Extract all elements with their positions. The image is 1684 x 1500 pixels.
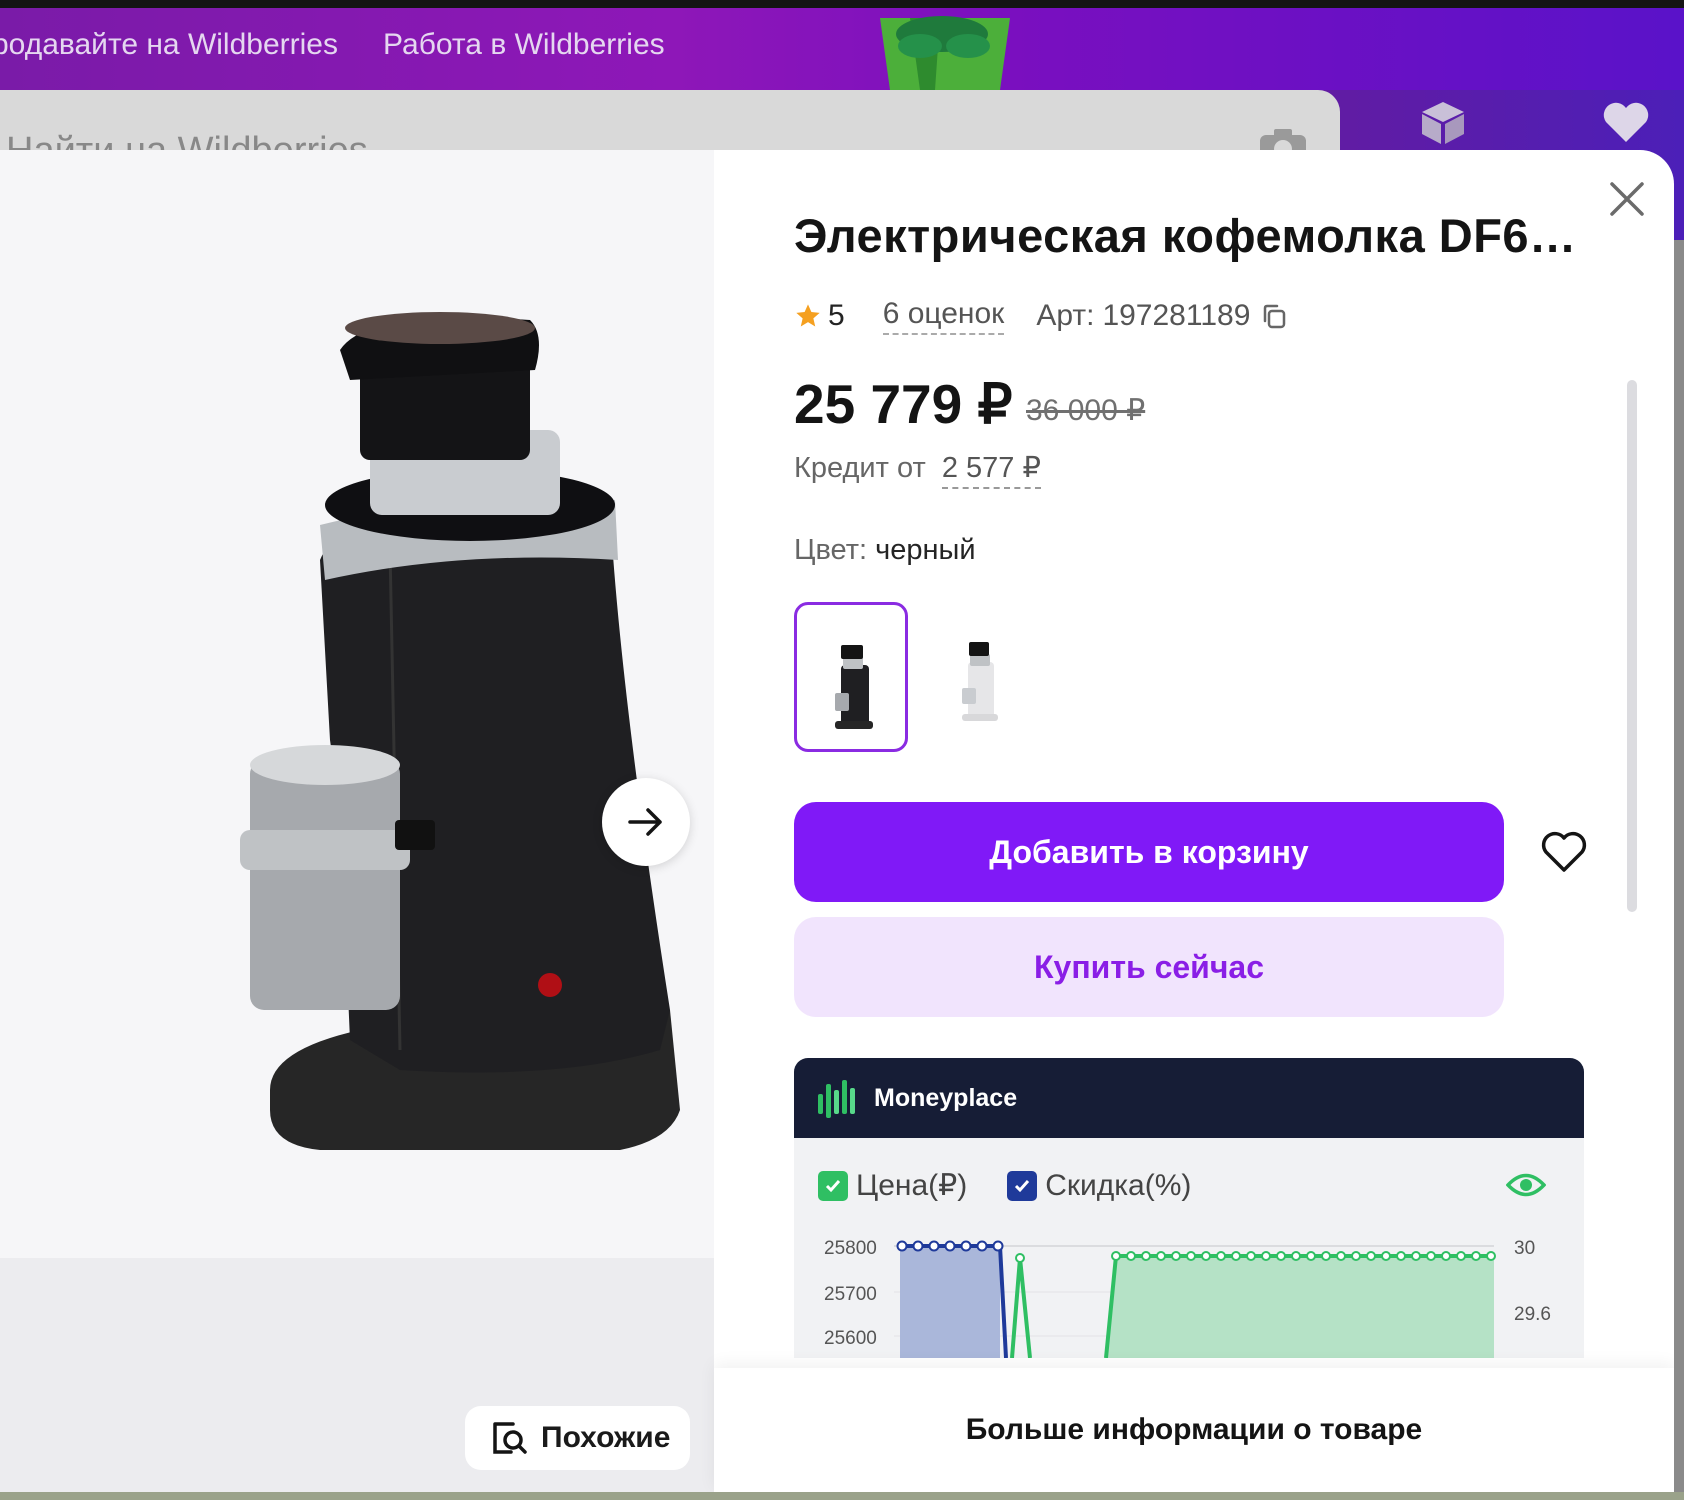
y-right-tick-1: 30 (1514, 1238, 1535, 1259)
price-point (1216, 1251, 1226, 1261)
color-swatch-black[interactable] (794, 602, 908, 752)
price-point (1351, 1251, 1361, 1261)
price-point (1111, 1251, 1121, 1261)
credit-label: Кредит от (794, 452, 926, 484)
favorites-heart-icon[interactable] (1602, 100, 1650, 144)
more-info-bar[interactable]: Больше информации о товаре (714, 1368, 1674, 1492)
header-link-sell[interactable]: родавайте на Wildberries (0, 28, 338, 62)
discount-checkbox[interactable] (1007, 1170, 1038, 1201)
next-image-button[interactable] (602, 778, 690, 866)
price-point (1456, 1251, 1466, 1261)
price-point (1441, 1251, 1451, 1261)
more-info-label: Больше информации о товаре (965, 1413, 1423, 1446)
product-gallery (0, 150, 714, 1258)
article-number: 197281189 (1102, 299, 1251, 332)
product-quick-view-modal: Похожие Электрическая кофемолка DF64... … (0, 150, 1674, 1492)
add-to-cart-button[interactable]: Добавить в корзину (794, 802, 1504, 902)
price-checkbox[interactable] (818, 1170, 848, 1201)
price-point (1396, 1251, 1406, 1261)
discount-point (992, 1240, 1004, 1252)
price-point (1426, 1251, 1436, 1261)
moneyplace-widget: Moneyplace Цена(₽) Скидка(%) 25800 25700… (794, 1058, 1584, 1358)
price-point (1141, 1251, 1151, 1261)
discount-point (944, 1240, 956, 1252)
discount-point (896, 1240, 908, 1252)
y-left-tick-3: 25600 (824, 1328, 877, 1349)
price-point (1015, 1253, 1025, 1263)
discount-point (960, 1240, 972, 1252)
rating-row: 5 6 оценок Арт: 197281189 (794, 296, 1288, 336)
color-value: черный (875, 534, 976, 566)
chart-legend: Цена(₽) Скидка(%) (818, 1168, 1191, 1203)
discount-point (976, 1240, 988, 1252)
reviews-link[interactable]: 6 оценок (882, 297, 1005, 335)
legend-price-label: Цена(₽) (856, 1169, 968, 1202)
price-point (1411, 1251, 1421, 1261)
price-area (1106, 1256, 1494, 1358)
buy-now-button[interactable]: Купить сейчас (794, 917, 1504, 1017)
product-image (240, 312, 680, 1150)
similar-button[interactable]: Похожие (465, 1406, 690, 1470)
legend-discount-label: Скидка(%) (1045, 1168, 1192, 1202)
color-swatch-white[interactable] (924, 602, 1038, 752)
copy-icon[interactable] (1260, 302, 1288, 330)
discount-point (928, 1240, 940, 1252)
header-link-jobs[interactable]: Работа в Wildberries (383, 28, 665, 62)
swatch-thumbnail-black (835, 645, 873, 729)
y-right-tick-2: 29.6 (1514, 1304, 1551, 1325)
price-point (1471, 1251, 1481, 1261)
arrow-right-icon (628, 808, 662, 836)
y-left-tick-1: 25800 (824, 1238, 877, 1259)
close-icon[interactable] (1602, 174, 1652, 224)
moneyplace-logo-icon (818, 1080, 855, 1118)
discount-point (912, 1240, 924, 1252)
moneyplace-name: Moneyplace (874, 1083, 1018, 1112)
moneyplace-header: Moneyplace (794, 1058, 1584, 1138)
y-left-tick-2: 25700 (824, 1284, 877, 1305)
color-label: Цвет: (794, 534, 868, 566)
discount-area (900, 1246, 1000, 1358)
color-info: Цвет: черный (794, 534, 976, 567)
old-price: 36 000 ₽ (1026, 394, 1146, 427)
price-point (1321, 1251, 1331, 1261)
price-point (1291, 1251, 1301, 1261)
price-point (1381, 1251, 1391, 1261)
scrollbar[interactable] (1627, 380, 1637, 912)
price-point (1186, 1251, 1196, 1261)
current-price: 25 779 ₽ (794, 373, 1013, 435)
similar-search-icon (493, 1422, 527, 1454)
price-point (1201, 1251, 1211, 1261)
price-point (1366, 1251, 1376, 1261)
price-point (1486, 1251, 1496, 1261)
price-point (1276, 1251, 1286, 1261)
similar-label: Похожие (541, 1421, 671, 1454)
price-point (1126, 1251, 1136, 1261)
price-point (1231, 1251, 1241, 1261)
price-point (1246, 1251, 1256, 1261)
product-title: Электрическая кофемолка DF64... (794, 209, 1594, 262)
check-icon (1015, 1179, 1030, 1192)
price-history-chart: 25800 25700 25600 30 29.6 (824, 1238, 1551, 1358)
price-point (1336, 1251, 1346, 1261)
rating-value: 5 (828, 299, 845, 332)
credit-amount-link[interactable]: 2 577 ₽ (941, 452, 1041, 489)
price-point (1306, 1251, 1316, 1261)
price-point (1261, 1251, 1271, 1261)
orders-box-icon[interactable] (1420, 100, 1466, 146)
gift-decoration-icon (880, 16, 1010, 90)
favorite-heart-icon[interactable] (1540, 830, 1588, 874)
price-point (1171, 1251, 1181, 1261)
page-bottom-edge (0, 1492, 1684, 1500)
credit-info: Кредит от 2 577 ₽ (794, 450, 1041, 489)
star-icon (796, 304, 820, 327)
article-label: Арт: (1036, 299, 1095, 332)
check-icon (825, 1179, 841, 1192)
eye-icon[interactable] (1506, 1170, 1546, 1200)
price-point (1156, 1251, 1166, 1261)
window-top-edge (0, 0, 1684, 8)
swatch-thumbnail-white (962, 642, 998, 721)
